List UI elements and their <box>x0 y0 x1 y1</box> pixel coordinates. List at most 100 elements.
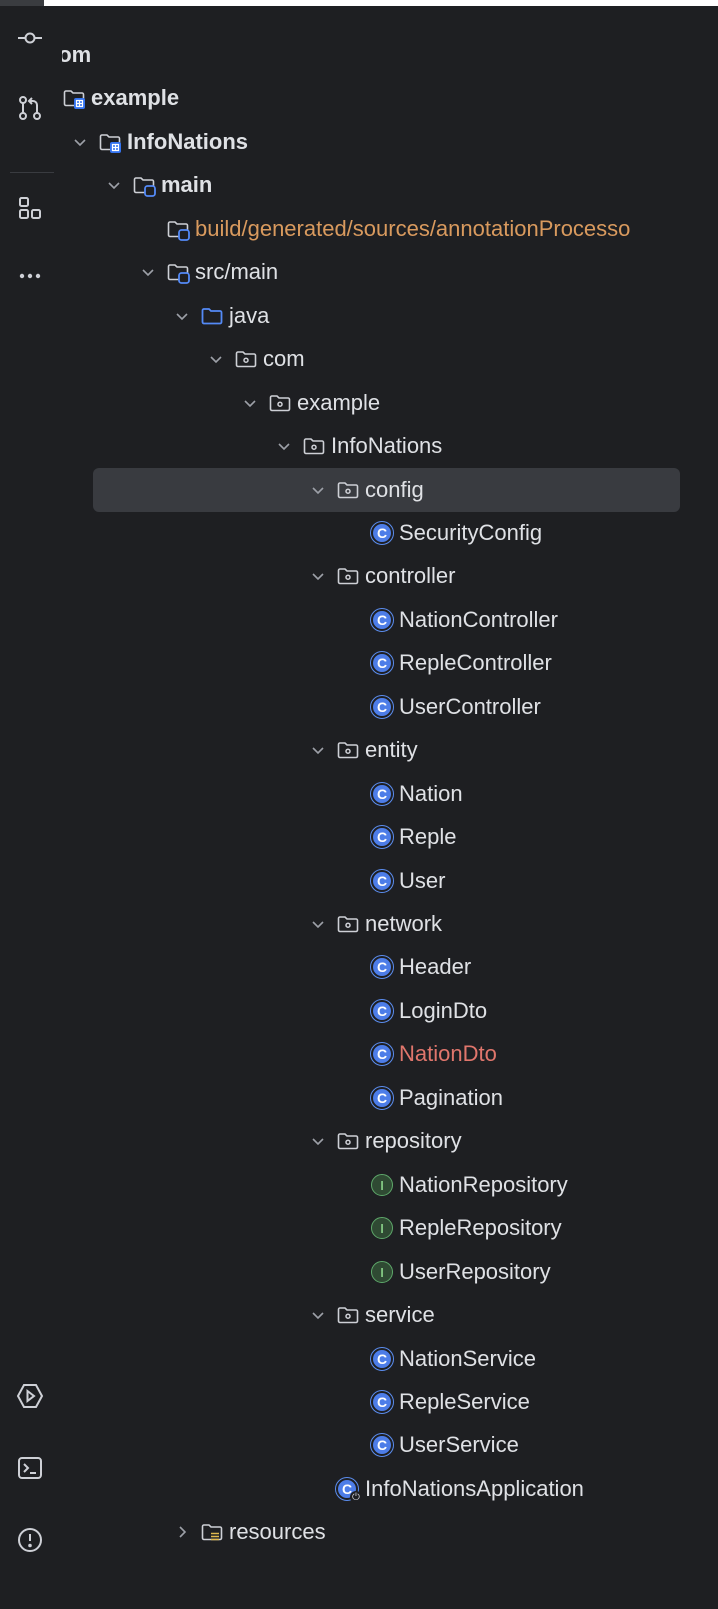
chevron-down-icon[interactable] <box>310 1307 326 1323</box>
tree-row[interactable]: I NationRepository <box>62 1163 718 1207</box>
tree-row[interactable]: C NationDto <box>62 1032 718 1076</box>
chevron-down-icon[interactable] <box>310 916 326 932</box>
module-folder-icon <box>98 130 122 154</box>
tree-row[interactable]: C RepleService <box>62 1380 718 1424</box>
tree-row[interactable]: C RepleController <box>62 641 718 685</box>
chevron-down-icon[interactable] <box>310 1133 326 1149</box>
project-tree[interactable]: com example InfoNations main build/generated… <box>62 6 718 1609</box>
tree-row[interactable]: InfoNations <box>62 120 718 164</box>
package-folder-icon <box>302 434 326 458</box>
tree-item-label: example <box>91 85 180 110</box>
tree-row[interactable]: C Reple <box>62 815 718 859</box>
class-icon: C <box>370 695 394 719</box>
structure-icon[interactable] <box>10 188 50 228</box>
tree-item-label: NationService <box>399 1346 536 1371</box>
chevron-down-icon[interactable] <box>72 134 88 150</box>
tree-item-label: User <box>399 868 446 893</box>
chevron-down-icon[interactable] <box>242 395 258 411</box>
tree-row[interactable]: C UserController <box>62 685 718 729</box>
problems-icon[interactable] <box>10 1520 50 1560</box>
tree-item-label: src/main <box>195 259 279 284</box>
tree-row[interactable]: C NationService <box>62 1337 718 1381</box>
tree-item-label: Header <box>399 954 472 979</box>
tree-row[interactable]: repository <box>62 1119 718 1163</box>
tree-item-label: resources <box>229 1519 326 1544</box>
package-folder-icon <box>336 478 360 502</box>
chevron-down-icon[interactable] <box>208 351 224 367</box>
terminal-icon[interactable] <box>10 1448 50 1488</box>
chevron-down-icon[interactable] <box>310 742 326 758</box>
tree-item-label: UserRepository <box>399 1259 551 1284</box>
source-root-folder-icon <box>200 304 224 328</box>
chevron-down-icon[interactable] <box>276 438 292 454</box>
tree-row[interactable]: com <box>62 33 718 77</box>
pull-requests-icon[interactable] <box>10 88 50 128</box>
tree-item-label: RepleController <box>399 650 552 675</box>
tree-row[interactable]: C LoginDto <box>62 989 718 1033</box>
tree-item-label: service <box>365 1302 435 1327</box>
tree-row[interactable]: C Header <box>62 945 718 989</box>
class-icon: C <box>370 825 394 849</box>
package-folder-icon <box>336 912 360 936</box>
tree-row[interactable]: java <box>62 294 718 338</box>
tree-item-label: com <box>62 42 92 67</box>
tree-row[interactable]: C UserService <box>62 1423 718 1467</box>
tree-item-label: InfoNations <box>127 129 248 154</box>
tree-row[interactable]: C NationController <box>62 598 718 642</box>
tree-row-selected[interactable]: config <box>62 468 718 512</box>
tree-row[interactable]: service <box>62 1293 718 1337</box>
tree-item-label: Nation <box>399 781 463 806</box>
spring-application-icon: C ⏻ <box>335 1477 362 1503</box>
tree-row[interactable]: controller <box>62 554 718 598</box>
tree-item-label: Reple <box>399 824 457 849</box>
class-icon: C <box>370 521 394 545</box>
class-icon: C <box>370 782 394 806</box>
class-icon: C <box>370 1347 394 1371</box>
tree-item-label: InfoNations <box>331 433 443 458</box>
chevron-down-icon[interactable] <box>310 482 326 498</box>
tree-row[interactable]: C Nation <box>62 772 718 816</box>
chevron-down-icon[interactable] <box>106 177 122 193</box>
interface-icon: I <box>370 1173 394 1197</box>
tree-row[interactable]: C Pagination <box>62 1076 718 1120</box>
class-icon: C <box>370 955 394 979</box>
tree-item-label: network <box>365 911 443 936</box>
chevron-down-icon[interactable] <box>174 308 190 324</box>
tree-row[interactable]: C ⏻ InfoNationsApplication <box>62 1467 718 1511</box>
tree-row[interactable]: src/main <box>62 250 718 294</box>
chevron-down-icon[interactable] <box>310 568 326 584</box>
more-icon[interactable] <box>10 256 50 296</box>
services-run-icon[interactable] <box>10 1376 50 1416</box>
chevron-down-icon[interactable] <box>140 264 156 280</box>
tree-row[interactable]: resources <box>62 1510 718 1554</box>
package-folder-icon <box>268 391 292 415</box>
tree-row[interactable]: I RepleRepository <box>62 1206 718 1250</box>
tree-row[interactable]: C SecurityConfig <box>62 511 718 555</box>
package-folder-icon <box>234 347 258 371</box>
tree-item-label: SecurityConfig <box>399 520 543 545</box>
commit-icon[interactable] <box>10 18 50 58</box>
class-icon: C <box>370 1390 394 1414</box>
chevron-right-icon[interactable] <box>174 1524 190 1540</box>
tree-item-label: UserService <box>399 1432 519 1457</box>
tree-item-label: RepleService <box>399 1389 530 1414</box>
tree-row[interactable]: InfoNations <box>62 424 718 468</box>
tree-row[interactable]: com <box>62 337 718 381</box>
tree-item-label: InfoNationsApplication <box>365 1476 584 1501</box>
class-icon: C <box>370 1042 394 1066</box>
class-icon: C <box>370 1086 394 1110</box>
package-folder-icon <box>336 1303 360 1327</box>
tree-row[interactable]: build/generated/sources/annotationProces… <box>62 207 718 251</box>
tree-row[interactable]: I UserRepository <box>62 1250 718 1294</box>
tree-row[interactable]: network <box>62 902 718 946</box>
tree-row[interactable]: entity <box>62 728 718 772</box>
class-icon: C <box>370 608 394 632</box>
source-module-folder-icon <box>132 173 156 197</box>
tree-row[interactable]: example <box>62 381 718 425</box>
tree-row[interactable]: main <box>62 163 718 207</box>
class-icon: C <box>370 999 394 1023</box>
class-icon: C <box>370 651 394 675</box>
tree-row[interactable]: C User <box>62 859 718 903</box>
stripe-separator <box>10 172 54 173</box>
tree-row[interactable]: example <box>62 76 718 120</box>
